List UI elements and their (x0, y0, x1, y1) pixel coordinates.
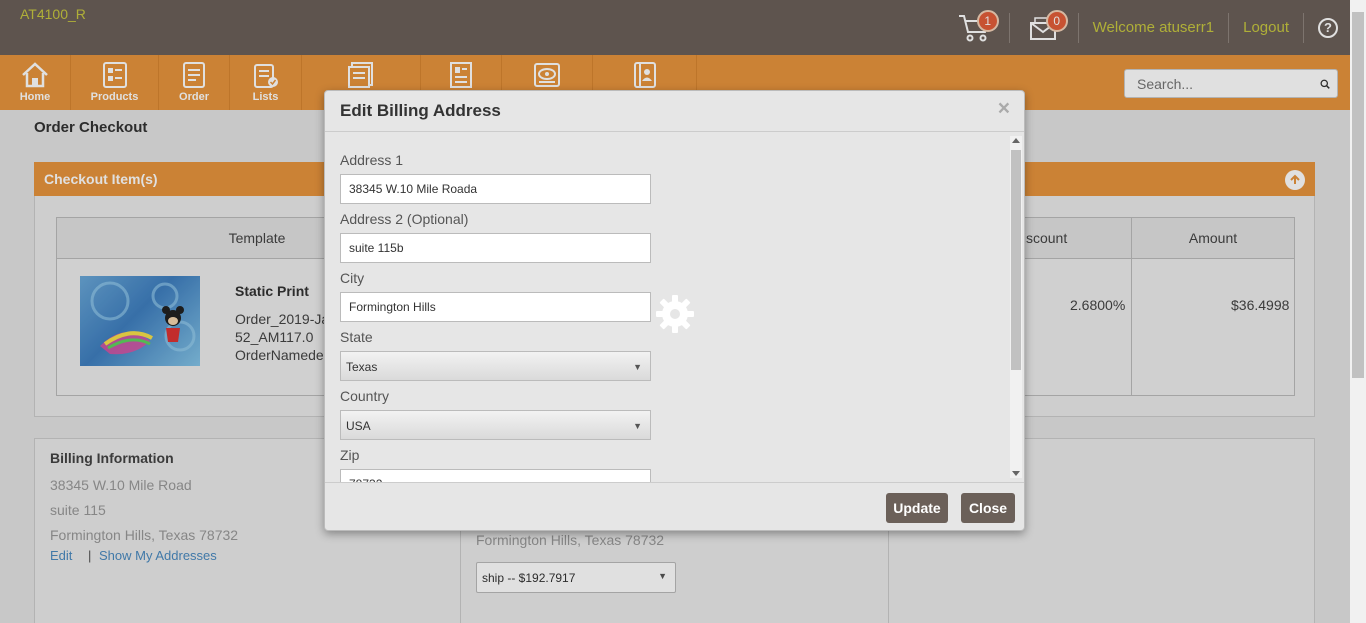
modal-title: Edit Billing Address (340, 101, 501, 120)
address1-field[interactable] (340, 174, 651, 204)
loading-gear-icon (656, 295, 694, 333)
page-scrollbar[interactable] (1350, 0, 1366, 623)
state-label: State (340, 329, 373, 345)
address2-field[interactable] (340, 233, 651, 263)
zip-field[interactable] (340, 469, 651, 482)
close-icon[interactable]: × (998, 97, 1010, 121)
close-button[interactable]: Close (961, 493, 1015, 523)
city-label: City (340, 270, 365, 286)
country-value: USA (346, 419, 371, 433)
scroll-up-icon[interactable] (1012, 138, 1020, 143)
modal-footer: Update Close (325, 482, 1024, 532)
modal-scrollbar-thumb[interactable] (1011, 150, 1021, 370)
address2-label: Address 2 (Optional) (340, 211, 469, 227)
city-field[interactable] (340, 292, 651, 322)
address1-label: Address 1 (340, 152, 404, 168)
state-value: Texas (346, 360, 378, 374)
chevron-down-icon: ▼ (633, 421, 642, 431)
page-scrollbar-thumb[interactable] (1352, 12, 1364, 378)
country-label: Country (340, 388, 390, 404)
update-button[interactable]: Update (886, 493, 948, 523)
state-select[interactable]: Texas ▼ (340, 351, 651, 381)
chevron-down-icon: ▼ (633, 362, 642, 372)
country-select[interactable]: USA ▼ (340, 410, 651, 440)
modal-scrollbar[interactable] (1010, 136, 1022, 478)
zip-label: Zip (340, 447, 360, 463)
modal-header: Edit Billing Address × (325, 91, 1024, 132)
scroll-down-icon[interactable] (1012, 471, 1020, 476)
